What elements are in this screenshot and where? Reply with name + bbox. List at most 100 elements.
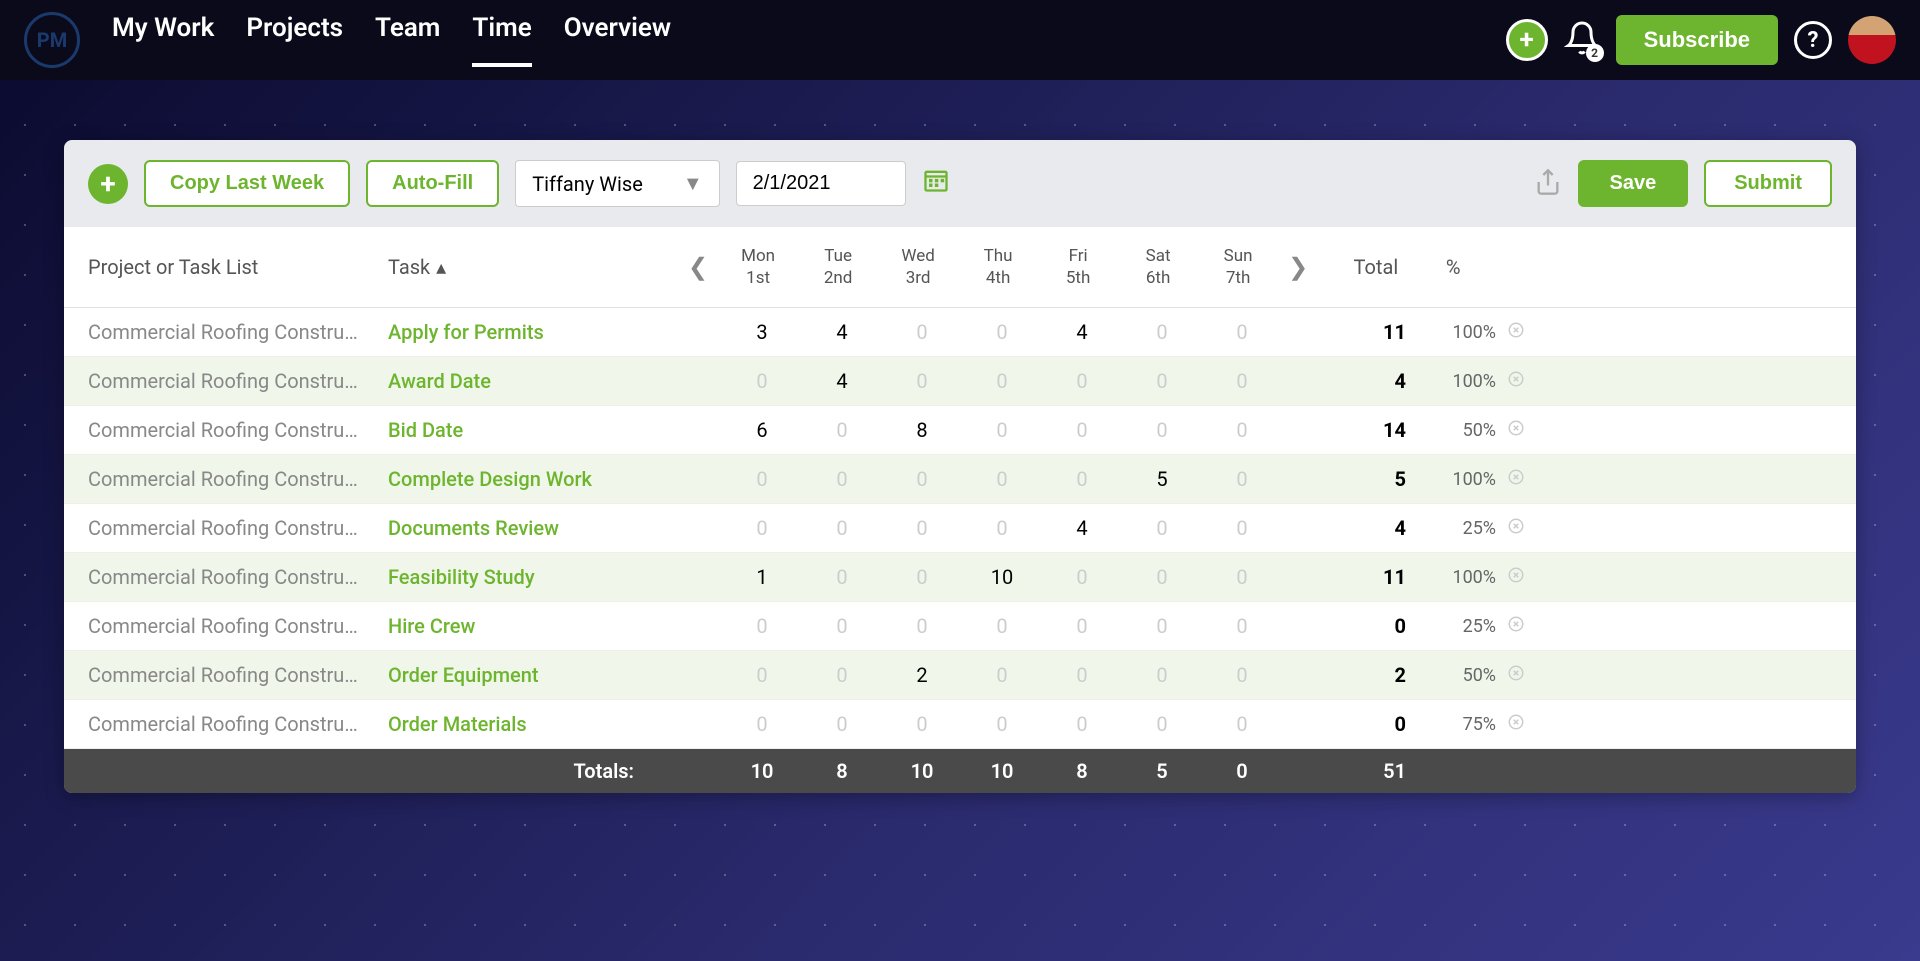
delete-row-button[interactable] [1496,369,1536,393]
next-week-button[interactable]: ❯ [1278,253,1318,281]
task-cell[interactable]: Bid Date [388,418,678,442]
task-cell[interactable]: Complete Design Work [388,467,678,491]
day-cell[interactable]: 0 [1202,369,1282,393]
task-cell[interactable]: Hire Crew [388,614,678,638]
day-cell[interactable]: 0 [722,663,802,687]
nav-item-projects[interactable]: Projects [246,13,343,67]
task-cell[interactable]: Order Equipment [388,663,678,687]
day-cell[interactable]: 0 [1122,712,1202,736]
day-cell[interactable]: 0 [722,516,802,540]
delete-row-button[interactable] [1496,516,1536,540]
day-cell[interactable]: 0 [962,516,1042,540]
day-cell[interactable]: 4 [802,320,882,344]
day-cell[interactable]: 0 [962,369,1042,393]
add-button[interactable]: + [1506,19,1548,61]
day-cell[interactable]: 0 [1202,467,1282,491]
day-cell[interactable]: 0 [882,369,962,393]
project-cell[interactable]: Commercial Roofing Constru… [88,565,388,589]
auto-fill-button[interactable]: Auto-Fill [366,160,499,207]
day-cell[interactable]: 0 [1202,516,1282,540]
task-cell[interactable]: Apply for Permits [388,320,678,344]
day-cell[interactable]: 0 [722,712,802,736]
day-cell[interactable]: 6 [722,418,802,442]
day-cell[interactable]: 0 [802,516,882,540]
day-cell[interactable]: 0 [802,467,882,491]
task-cell[interactable]: Documents Review [388,516,678,540]
day-cell[interactable]: 1 [722,565,802,589]
delete-row-button[interactable] [1496,565,1536,589]
day-cell[interactable]: 0 [1202,565,1282,589]
task-cell[interactable]: Feasibility Study [388,565,678,589]
delete-row-button[interactable] [1496,467,1536,491]
notifications-button[interactable]: 2 [1564,20,1600,60]
day-cell[interactable]: 0 [1122,565,1202,589]
day-cell[interactable]: 10 [962,565,1042,589]
day-cell[interactable]: 0 [962,663,1042,687]
day-cell[interactable]: 0 [1122,418,1202,442]
day-cell[interactable]: 8 [882,418,962,442]
day-cell[interactable]: 0 [962,712,1042,736]
delete-row-button[interactable] [1496,418,1536,442]
day-cell[interactable]: 0 [1042,418,1122,442]
day-cell[interactable]: 0 [722,614,802,638]
day-cell[interactable]: 0 [882,467,962,491]
day-cell[interactable]: 0 [802,663,882,687]
day-cell[interactable]: 4 [1042,516,1122,540]
day-cell[interactable]: 0 [1042,663,1122,687]
export-button[interactable] [1534,168,1562,200]
day-cell[interactable]: 0 [962,320,1042,344]
day-cell[interactable]: 0 [802,565,882,589]
project-cell[interactable]: Commercial Roofing Constru… [88,467,388,491]
day-cell[interactable]: 0 [882,565,962,589]
day-cell[interactable]: 5 [1122,467,1202,491]
day-cell[interactable]: 0 [722,369,802,393]
day-cell[interactable]: 0 [882,516,962,540]
delete-row-button[interactable] [1496,663,1536,687]
day-cell[interactable]: 2 [882,663,962,687]
project-cell[interactable]: Commercial Roofing Constru… [88,516,388,540]
day-cell[interactable]: 0 [1042,565,1122,589]
delete-row-button[interactable] [1496,712,1536,736]
day-cell[interactable]: 0 [882,320,962,344]
day-cell[interactable]: 0 [1202,712,1282,736]
day-cell[interactable]: 0 [1122,320,1202,344]
nav-item-my-work[interactable]: My Work [112,13,214,67]
day-cell[interactable]: 3 [722,320,802,344]
nav-item-time[interactable]: Time [472,13,531,67]
day-cell[interactable]: 4 [1042,320,1122,344]
prev-week-button[interactable]: ❮ [678,253,718,281]
date-input[interactable] [736,161,906,206]
day-cell[interactable]: 0 [1042,369,1122,393]
day-cell[interactable]: 0 [802,614,882,638]
day-cell[interactable]: 0 [962,467,1042,491]
task-cell[interactable]: Award Date [388,369,678,393]
day-cell[interactable]: 0 [882,614,962,638]
calendar-icon[interactable] [922,166,950,201]
help-button[interactable]: ? [1794,21,1832,59]
day-cell[interactable]: 0 [1202,663,1282,687]
day-cell[interactable]: 0 [882,712,962,736]
day-cell[interactable]: 0 [1202,320,1282,344]
nav-item-team[interactable]: Team [375,13,440,67]
header-project[interactable]: Project or Task List [88,255,388,279]
save-button[interactable]: Save [1578,160,1689,207]
day-cell[interactable]: 0 [1122,516,1202,540]
day-cell[interactable]: 0 [1042,614,1122,638]
day-cell[interactable]: 0 [1202,614,1282,638]
header-task[interactable]: Task ▴ [388,255,678,279]
project-cell[interactable]: Commercial Roofing Constru… [88,663,388,687]
subscribe-button[interactable]: Subscribe [1616,15,1778,65]
user-dropdown[interactable]: Tiffany Wise ▼ [515,160,719,207]
day-cell[interactable]: 0 [1202,418,1282,442]
project-cell[interactable]: Commercial Roofing Constru… [88,712,388,736]
day-cell[interactable]: 0 [1042,712,1122,736]
day-cell[interactable]: 4 [802,369,882,393]
delete-row-button[interactable] [1496,614,1536,638]
avatar[interactable] [1848,16,1896,64]
logo[interactable]: PM [24,12,80,68]
day-cell[interactable]: 0 [802,712,882,736]
nav-item-overview[interactable]: Overview [564,13,671,67]
add-row-button[interactable]: + [88,164,128,204]
project-cell[interactable]: Commercial Roofing Constru… [88,320,388,344]
day-cell[interactable]: 0 [1122,614,1202,638]
